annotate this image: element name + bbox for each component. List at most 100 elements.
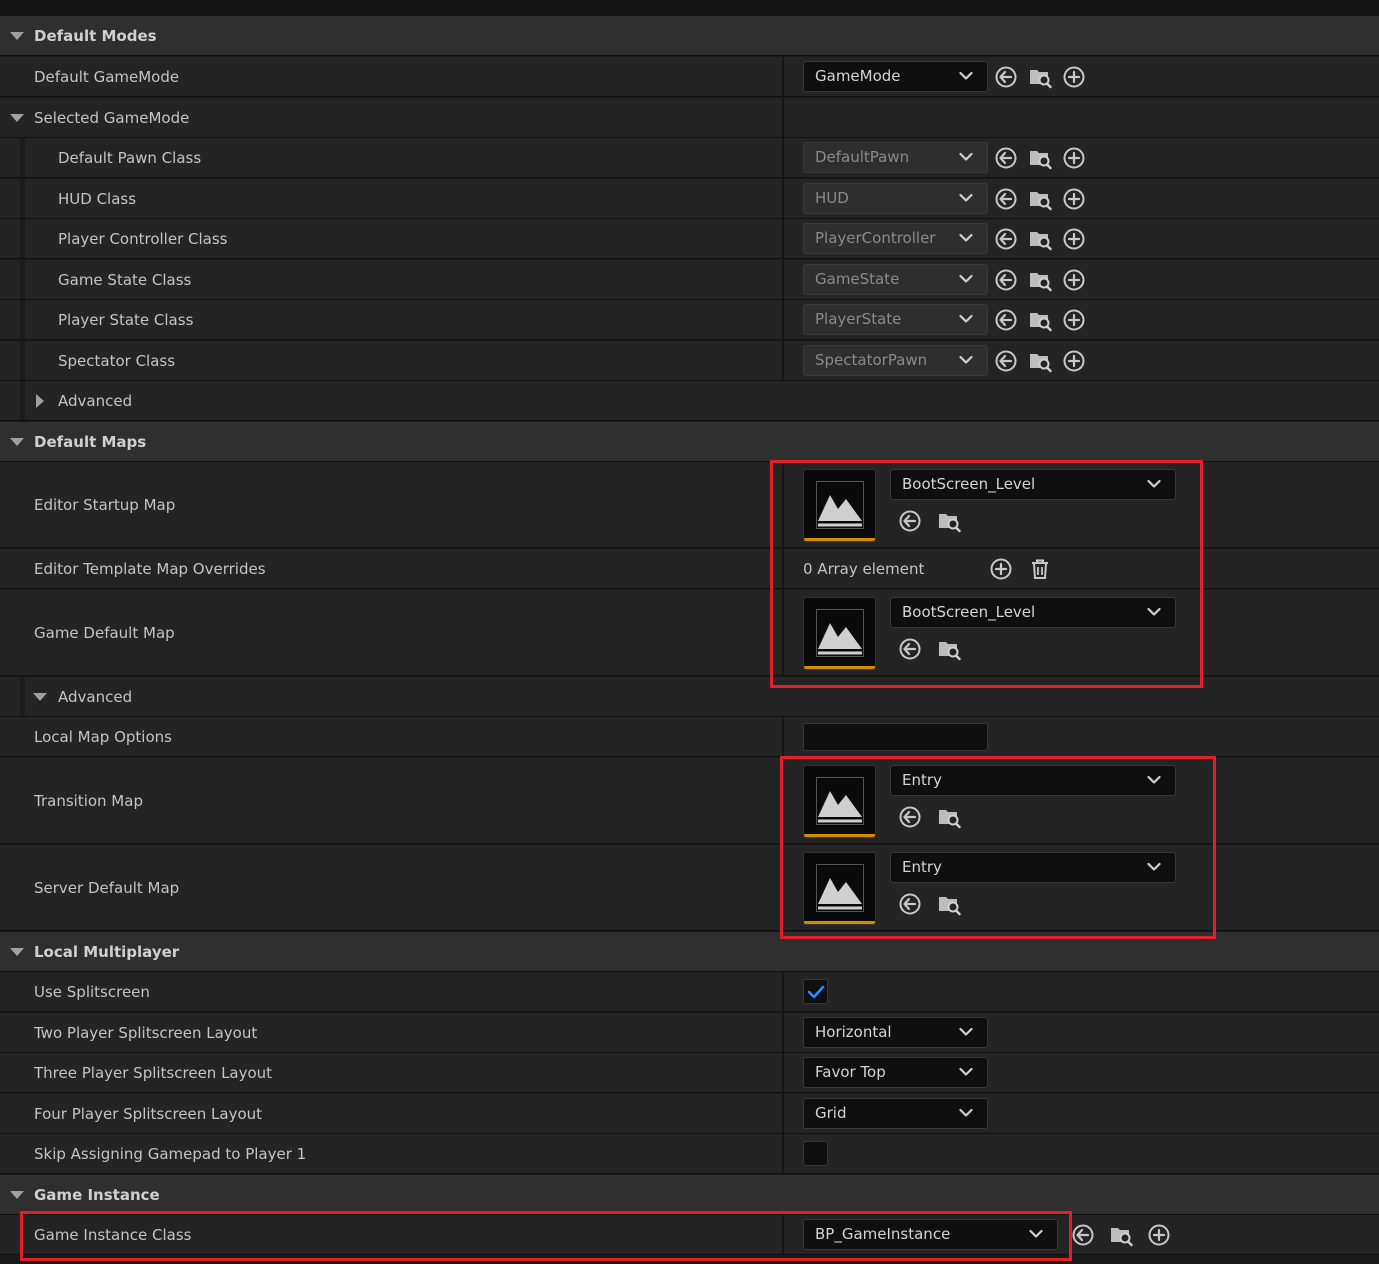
- column-divider[interactable]: [782, 260, 784, 299]
- column-divider[interactable]: [782, 57, 784, 96]
- row-advanced-gamemode[interactable]: Advanced: [0, 381, 1379, 421]
- section-default-modes[interactable]: Default Modes: [0, 16, 1379, 56]
- browse-asset-icon[interactable]: [937, 637, 961, 661]
- section-title: Default Maps: [34, 432, 147, 451]
- column-divider[interactable]: [782, 758, 784, 843]
- column-divider[interactable]: [782, 341, 784, 380]
- use-selected-icon[interactable]: [994, 146, 1018, 170]
- map-combo[interactable]: Entry: [890, 852, 1176, 883]
- column-divider[interactable]: [782, 300, 784, 339]
- level-thumbnail[interactable]: [803, 765, 876, 838]
- collapse-arrow-icon[interactable]: [10, 1190, 24, 1199]
- column-divider[interactable]: [782, 98, 784, 137]
- column-divider[interactable]: [782, 138, 784, 177]
- use-selected-icon[interactable]: [898, 892, 922, 916]
- property-label: HUD Class: [58, 189, 137, 208]
- class-combo[interactable]: SpectatorPawn: [803, 345, 988, 376]
- add-new-icon[interactable]: [1147, 1223, 1171, 1247]
- section-game-instance[interactable]: Game Instance: [0, 1175, 1379, 1215]
- class-combo[interactable]: DefaultPawn: [803, 142, 988, 173]
- browse-asset-icon[interactable]: [1109, 1223, 1133, 1247]
- row-local-map-options: Local Map Options: [0, 717, 1379, 757]
- class-combo[interactable]: HUD: [803, 183, 988, 214]
- column-divider[interactable]: [782, 549, 784, 588]
- trash-icon[interactable]: [1028, 557, 1052, 581]
- add-new-icon[interactable]: [1062, 227, 1086, 251]
- use-selected-icon[interactable]: [1071, 1223, 1095, 1247]
- section-local-multiplayer[interactable]: Local Multiplayer: [0, 932, 1379, 972]
- column-divider[interactable]: [782, 462, 784, 547]
- column-divider[interactable]: [782, 717, 784, 756]
- use-splitscreen-checkbox[interactable]: [803, 979, 828, 1004]
- column-divider[interactable]: [782, 845, 784, 930]
- add-new-icon[interactable]: [1062, 268, 1086, 292]
- browse-asset-icon[interactable]: [1028, 349, 1052, 373]
- browse-asset-icon[interactable]: [937, 805, 961, 829]
- class-combo[interactable]: PlayerController: [803, 223, 988, 254]
- column-divider[interactable]: [782, 179, 784, 218]
- column-divider[interactable]: [782, 1215, 784, 1254]
- class-combo[interactable]: GameState: [803, 264, 988, 295]
- gamemode-combo[interactable]: GameMode: [803, 61, 988, 92]
- level-thumbnail[interactable]: [803, 852, 876, 925]
- use-selected-icon[interactable]: [898, 805, 922, 829]
- browse-asset-icon[interactable]: [937, 892, 961, 916]
- collapse-arrow-icon[interactable]: [10, 947, 24, 956]
- row-player-state-class: Player State Class PlayerState: [0, 300, 1379, 340]
- game-instance-combo[interactable]: BP_GameInstance: [803, 1219, 1058, 1250]
- browse-asset-icon[interactable]: [1028, 308, 1052, 332]
- property-label: Player State Class: [58, 310, 194, 329]
- column-divider[interactable]: [782, 972, 784, 1011]
- map-combo[interactable]: BootScreen_Level: [890, 597, 1176, 628]
- add-element-icon[interactable]: [989, 557, 1013, 581]
- class-combo[interactable]: PlayerState: [803, 304, 988, 335]
- use-selected-icon[interactable]: [994, 65, 1018, 89]
- collapse-arrow-icon[interactable]: [33, 692, 47, 701]
- browse-asset-icon[interactable]: [1028, 227, 1052, 251]
- expand-arrow-icon[interactable]: [36, 393, 44, 408]
- layout-combo[interactable]: Grid: [803, 1098, 988, 1129]
- add-new-icon[interactable]: [1062, 308, 1086, 332]
- layout-combo[interactable]: Horizontal: [803, 1017, 988, 1048]
- use-selected-icon[interactable]: [994, 227, 1018, 251]
- column-divider[interactable]: [782, 1013, 784, 1052]
- local-map-options-input[interactable]: [803, 723, 988, 751]
- browse-asset-icon[interactable]: [1028, 187, 1052, 211]
- use-selected-icon[interactable]: [994, 187, 1018, 211]
- use-selected-icon[interactable]: [898, 509, 922, 533]
- collapse-arrow-icon[interactable]: [10, 113, 24, 122]
- row-game-default-map: Game Default Map BootScreen_Level: [0, 590, 1379, 676]
- add-new-icon[interactable]: [1062, 349, 1086, 373]
- level-thumbnail[interactable]: [803, 597, 876, 670]
- combo-value: PlayerController: [815, 229, 936, 247]
- asset-actions: [994, 146, 1086, 170]
- row-selected-gamemode[interactable]: Selected GameMode: [0, 98, 1379, 138]
- layout-combo[interactable]: Favor Top: [803, 1057, 988, 1088]
- level-thumbnail[interactable]: [803, 469, 876, 542]
- column-divider[interactable]: [782, 1094, 784, 1133]
- asset-type-bar: [804, 538, 875, 541]
- browse-asset-icon[interactable]: [1028, 65, 1052, 89]
- map-combo[interactable]: BootScreen_Level: [890, 469, 1176, 500]
- use-selected-icon[interactable]: [994, 268, 1018, 292]
- column-divider[interactable]: [782, 1134, 784, 1173]
- skip-gamepad-checkbox[interactable]: [803, 1141, 828, 1166]
- row-transition-map: Transition Map Entry: [0, 758, 1379, 844]
- map-combo[interactable]: Entry: [890, 765, 1176, 796]
- browse-asset-icon[interactable]: [1028, 146, 1052, 170]
- browse-asset-icon[interactable]: [1028, 268, 1052, 292]
- column-divider[interactable]: [782, 1053, 784, 1092]
- column-divider[interactable]: [782, 219, 784, 258]
- column-divider[interactable]: [782, 590, 784, 675]
- add-new-icon[interactable]: [1062, 146, 1086, 170]
- collapse-arrow-icon[interactable]: [10, 31, 24, 40]
- add-new-icon[interactable]: [1062, 187, 1086, 211]
- use-selected-icon[interactable]: [898, 637, 922, 661]
- use-selected-icon[interactable]: [994, 308, 1018, 332]
- browse-asset-icon[interactable]: [937, 509, 961, 533]
- row-advanced-maps[interactable]: Advanced: [0, 677, 1379, 717]
- collapse-arrow-icon[interactable]: [10, 437, 24, 446]
- section-default-maps[interactable]: Default Maps: [0, 422, 1379, 462]
- use-selected-icon[interactable]: [994, 349, 1018, 373]
- add-new-icon[interactable]: [1062, 65, 1086, 89]
